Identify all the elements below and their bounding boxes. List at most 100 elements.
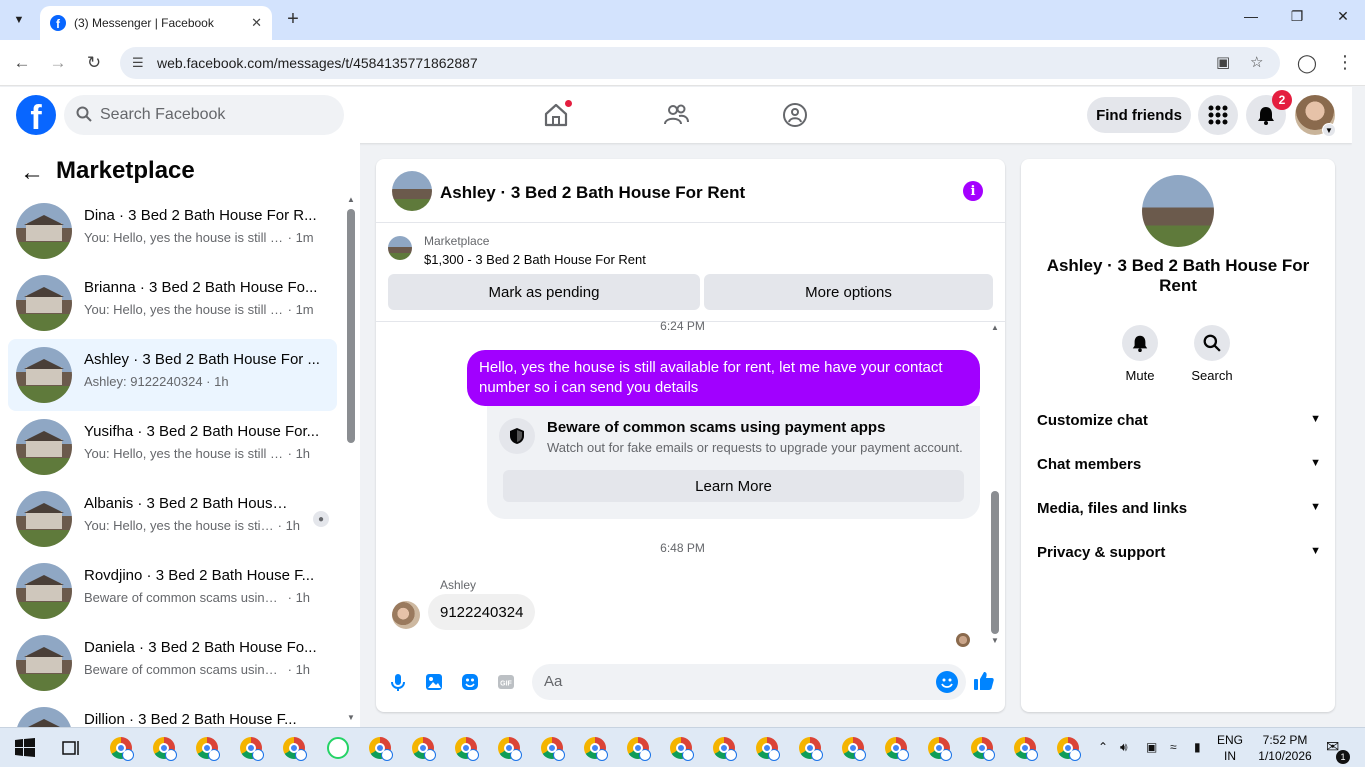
bookmark-star-icon[interactable]: ☆ [1250, 53, 1263, 71]
chrome-taskbar-icon[interactable] [240, 737, 264, 761]
meet-icon[interactable]: ▣ [1146, 740, 1157, 754]
sticker-icon[interactable] [460, 672, 480, 692]
more-options-button[interactable]: More options [704, 274, 993, 310]
gif-icon[interactable]: GIF [496, 672, 516, 692]
windows-start-icon[interactable] [14, 737, 36, 759]
facebook-search-input[interactable]: Search Facebook [64, 95, 344, 135]
restore-button[interactable]: ❐ [1282, 8, 1312, 25]
chrome-taskbar-icon[interactable] [110, 737, 134, 761]
new-tab-button[interactable]: + [282, 8, 304, 30]
sender-avatar[interactable] [392, 601, 420, 629]
learn-more-button[interactable]: Learn More [503, 470, 964, 502]
chrome-taskbar-icon[interactable] [541, 737, 565, 761]
mute-button[interactable]: Mute [1110, 325, 1170, 383]
chat-panel: Ashley · 3 Bed 2 Bath House For Rent i M… [376, 159, 1005, 712]
forward-icon[interactable]: → [47, 52, 69, 74]
chrome-taskbar-icon[interactable] [799, 737, 823, 761]
chrome-taskbar-icon[interactable] [971, 737, 995, 761]
browser-menu-icon[interactable]: ⋮ [1336, 52, 1354, 73]
page-scrollbar[interactable] [1352, 87, 1365, 727]
whatsapp-taskbar-icon[interactable] [327, 737, 349, 759]
facebook-logo-icon[interactable]: f [16, 95, 56, 135]
privacy-support-row[interactable]: Privacy & support ▼ [1029, 531, 1327, 575]
photo-icon[interactable] [424, 672, 444, 692]
chrome-taskbar-icon[interactable] [369, 737, 393, 761]
emoji-icon[interactable] [936, 671, 958, 693]
install-app-icon[interactable]: ▣ [1216, 53, 1230, 71]
profile-icon[interactable]: ◯ [1296, 52, 1318, 74]
tab-search-dropdown[interactable]: ▼ [8, 9, 30, 31]
conversation-item[interactable]: Brianna · 3 Bed 2 Bath House Fo... You: … [8, 267, 337, 339]
browser-tab[interactable]: f (3) Messenger | Facebook ✕ [40, 6, 272, 40]
media-files-links-row[interactable]: Media, files and links ▼ [1029, 487, 1327, 531]
conversation-item[interactable]: Daniela · 3 Bed 2 Bath House Fo... Bewar… [8, 627, 337, 699]
conversation-item-active[interactable]: Ashley · 3 Bed 2 Bath House For ... Ashl… [8, 339, 337, 411]
conversation-item[interactable]: Albanis · 3 Bed 2 Bath House ... You: He… [8, 483, 337, 555]
url-omnibox[interactable]: ☰ web.facebook.com/messages/t/4584135771… [120, 47, 1280, 79]
scroll-up-arrow-icon[interactable]: ▲ [347, 195, 355, 204]
chrome-taskbar-icon[interactable] [498, 737, 522, 761]
conversations-scrollbar[interactable]: ▲ ▼ [347, 195, 355, 725]
url-text[interactable]: web.facebook.com/messages/t/458413577186… [157, 55, 478, 71]
reload-icon[interactable]: ↻ [83, 52, 105, 74]
conversation-item[interactable]: Rovdjino · 3 Bed 2 Bath House F... Bewar… [8, 555, 337, 627]
customize-chat-row[interactable]: Customize chat ▼ [1029, 399, 1327, 443]
task-view-icon[interactable] [60, 737, 82, 759]
menu-grid-button[interactable] [1198, 95, 1238, 135]
chrome-taskbar-icon[interactable] [713, 737, 737, 761]
listing-title[interactable]: $1,300 - 3 Bed 2 Bath House For Rent [424, 252, 646, 267]
site-info-icon[interactable]: ☰ [132, 55, 144, 71]
microphone-icon[interactable] [388, 672, 408, 692]
search-conversation-button[interactable]: Search [1182, 325, 1242, 383]
close-tab-icon[interactable]: ✕ [251, 15, 262, 31]
scroll-down-arrow-icon[interactable]: ▼ [991, 636, 999, 645]
outgoing-message[interactable]: Hello, yes the house is still available … [467, 350, 980, 406]
chrome-taskbar-icon[interactable] [885, 737, 909, 761]
chrome-taskbar-icon[interactable] [670, 737, 694, 761]
chrome-taskbar-icon[interactable] [283, 737, 307, 761]
incoming-message[interactable]: 9122240324 [428, 594, 536, 630]
minimize-button[interactable]: — [1236, 8, 1266, 24]
chrome-taskbar-icon[interactable] [153, 737, 177, 761]
back-arrow-icon[interactable]: ← [20, 159, 44, 187]
chrome-taskbar-icon[interactable] [1014, 737, 1038, 761]
scroll-up-arrow-icon[interactable]: ▲ [991, 323, 999, 332]
wifi-icon[interactable]: ≈ [1170, 740, 1177, 754]
chrome-taskbar-icon[interactable] [584, 737, 608, 761]
scrollbar-thumb[interactable] [347, 209, 355, 443]
language-indicator[interactable]: ENG IN [1215, 732, 1245, 764]
friends-icon[interactable] [662, 101, 690, 129]
chrome-taskbar-icon[interactable] [842, 737, 866, 761]
listing-thumbnail[interactable] [388, 236, 412, 260]
back-icon[interactable]: ← [11, 52, 33, 74]
chrome-taskbar-icon[interactable] [928, 737, 952, 761]
chrome-taskbar-icon[interactable] [627, 737, 651, 761]
conversation-item[interactable]: Dina · 3 Bed 2 Bath House For R... You: … [8, 195, 337, 267]
conversation-item[interactable]: Yusifha · 3 Bed 2 Bath House For... You:… [8, 411, 337, 483]
thread-scrollbar[interactable]: ▲ ▼ [990, 323, 1000, 648]
chrome-taskbar-icon[interactable] [756, 737, 780, 761]
find-friends-button[interactable]: Find friends [1087, 97, 1191, 133]
close-window-button[interactable]: ✕ [1328, 8, 1358, 25]
chrome-taskbar-icon[interactable] [196, 737, 220, 761]
info-icon[interactable]: i [963, 181, 983, 201]
chrome-taskbar-icon[interactable] [412, 737, 436, 761]
chrome-taskbar-icon[interactable] [455, 737, 479, 761]
chrome-taskbar-icon-active[interactable] [1057, 737, 1081, 761]
mark-as-pending-button[interactable]: Mark as pending [388, 274, 700, 310]
show-hidden-icons-icon[interactable]: ⌃ [1098, 740, 1108, 754]
scrollbar-thumb[interactable] [991, 491, 999, 634]
system-clock[interactable]: 7:52 PM 1/10/2026 [1255, 732, 1315, 764]
chat-members-row[interactable]: Chat members ▼ [1029, 443, 1327, 487]
message-input[interactable]: Aa [532, 664, 966, 700]
battery-icon[interactable]: ▮ [1194, 740, 1201, 754]
conversation-item[interactable]: Dillion · 3 Bed 2 Bath House F... [8, 699, 337, 727]
chat-title[interactable]: Ashley · 3 Bed 2 Bath House For Rent [440, 183, 745, 203]
thumbs-up-icon[interactable] [973, 670, 995, 692]
volume-icon[interactable]: 🔊︎ [1120, 740, 1128, 755]
chevron-down-icon[interactable]: ▼ [1322, 123, 1336, 137]
conversation-name: Ashley · 3 Bed 2 Bath House For Rent [1046, 256, 1310, 295]
groups-icon[interactable] [781, 101, 809, 129]
chat-avatar[interactable] [392, 171, 432, 211]
scroll-down-arrow-icon[interactable]: ▼ [347, 713, 355, 722]
